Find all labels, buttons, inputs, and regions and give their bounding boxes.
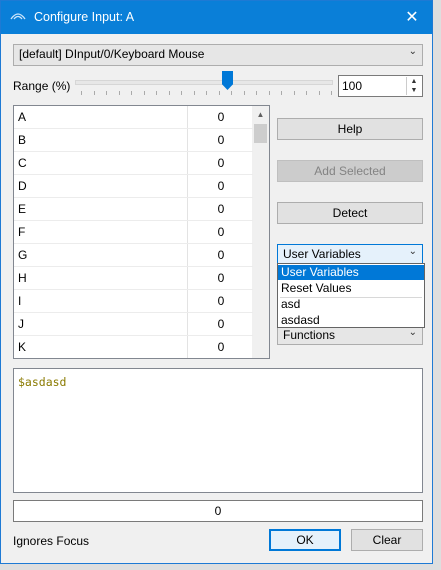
slider-tick [306,91,307,95]
key-list-scrollbar[interactable]: ▲ [252,106,269,358]
menu-item-asdasd[interactable]: asdasd [278,313,424,328]
slider-tick [81,91,82,95]
key-value: 0 [217,110,225,124]
menu-item-reset-values[interactable]: Reset Values [278,281,424,296]
key-list[interactable]: ▲ A0B0C0D0E0F0G0H0I0J0K0 [13,105,270,359]
key-row[interactable]: K0 [14,336,253,358]
key-row[interactable]: I0 [14,290,253,313]
key-value: 0 [217,202,225,216]
configure-input-dialog: Configure Input: A ✕ [default] DInput/0/… [0,0,433,564]
range-spinbox[interactable]: 100 ▲ ▼ [338,75,423,97]
slider-tick [168,91,170,95]
result-value-field: 0 [13,500,423,522]
device-select[interactable]: [default] DInput/0/Keyboard Mouse ⌄ [13,44,423,66]
slider-tick [143,91,145,95]
key-row[interactable]: A0 [14,106,253,129]
key-value: 0 [217,133,225,147]
key-name: I [18,294,22,308]
background-window-edge-bottom [0,564,441,570]
key-value: 0 [217,248,225,262]
expression-text: $asdasd [18,375,67,389]
slider-tick [256,91,257,95]
chevron-down-icon: ⌄ [408,46,417,57]
slider-tick [131,91,132,95]
slider-tick [243,91,245,95]
row-divider [14,358,253,359]
slider-tick [231,91,232,95]
slider-tick [181,91,182,95]
user-variables-select-value: User Variables [283,247,361,261]
slider-tick [193,91,195,95]
spin-down-icon[interactable]: ▼ [407,86,421,95]
key-row[interactable]: C0 [14,152,253,175]
key-row[interactable]: D0 [14,175,253,198]
key-value: 0 [217,340,225,354]
key-row[interactable]: E0 [14,198,253,221]
close-icon[interactable]: ✕ [392,1,432,34]
slider-tick [218,91,220,95]
slider-tick [106,91,107,95]
menu-item-user-variables[interactable]: User Variables [278,265,424,280]
key-value: 0 [217,156,225,170]
slider-tick [206,91,207,95]
key-row[interactable]: F0 [14,221,253,244]
key-name: A [18,110,27,124]
title-bar: Configure Input: A ✕ [1,1,432,34]
functions-select-value: Functions [283,328,336,342]
window-title: Configure Input: A [34,10,135,24]
menu-item-asd[interactable]: asd [278,297,424,312]
range-label: Range (%) [13,79,71,93]
key-name: E [18,202,27,216]
key-name: G [18,248,28,262]
background-window-edge [433,0,441,570]
slider-tick [156,91,157,95]
key-name: D [18,179,27,193]
slider-tick [318,91,320,95]
key-name: K [18,340,27,354]
controller-icon [10,13,26,20]
range-value: 100 [342,79,363,93]
add-selected-button[interactable]: Add Selected [277,160,423,182]
user-variables-select[interactable]: User Variables ⌄ [277,244,423,264]
key-value: 0 [217,317,225,331]
slider-tick [118,91,120,95]
slider-tick [93,91,95,95]
slider-tick [293,91,295,95]
key-value: 0 [217,294,225,308]
slider-tick [281,91,282,95]
detect-button[interactable]: Detect [277,202,423,224]
range-slider-thumb[interactable] [222,71,233,90]
expression-editor[interactable]: $asdasd [13,368,423,493]
range-slider-track[interactable] [75,80,333,85]
chevron-down-icon: ⌄ [408,246,417,257]
key-value: 0 [217,179,225,193]
key-row[interactable]: J0 [14,313,253,336]
key-name: B [18,133,27,147]
key-name: J [18,317,24,331]
scroll-up-icon[interactable]: ▲ [252,106,269,123]
key-row[interactable]: H0 [14,267,253,290]
slider-tick [331,91,332,95]
key-row[interactable]: B0 [14,129,253,152]
functions-select[interactable]: Functions ⌄ [277,325,423,345]
spin-up-icon[interactable]: ▲ [407,77,421,86]
user-variables-menu: User Variables Reset Values asd asdasd [277,263,425,328]
key-name: F [18,225,26,239]
help-button[interactable]: Help [277,118,423,140]
ignores-focus-label: Ignores Focus [13,534,90,548]
key-value: 0 [217,271,225,285]
clear-button[interactable]: Clear [351,529,423,551]
ok-button[interactable]: OK [269,529,341,551]
chevron-down-icon: ⌄ [408,327,417,338]
slider-tick [268,91,270,95]
key-name: C [18,156,27,170]
device-select-value: [default] DInput/0/Keyboard Mouse [19,47,205,61]
key-value: 0 [217,225,225,239]
scroll-thumb[interactable] [254,124,267,143]
key-name: H [18,271,27,285]
key-row[interactable]: G0 [14,244,253,267]
